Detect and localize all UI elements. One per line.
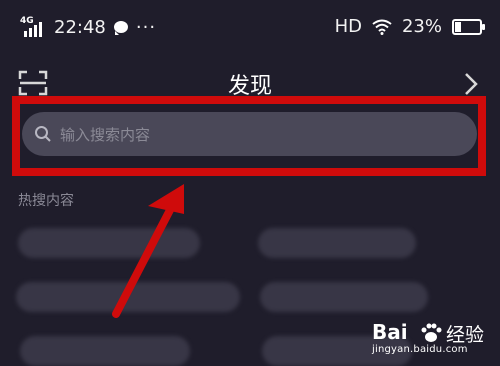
watermark: Bai 经验 jingyan.baidu.com bbox=[372, 320, 492, 356]
arrow-annotation bbox=[112, 184, 184, 318]
watermark-url: jingyan.baidu.com bbox=[372, 344, 468, 355]
watermark-chinese: 经验 bbox=[446, 324, 485, 346]
watermark-brand: Bai bbox=[372, 320, 408, 344]
paw-icon bbox=[421, 323, 442, 342]
